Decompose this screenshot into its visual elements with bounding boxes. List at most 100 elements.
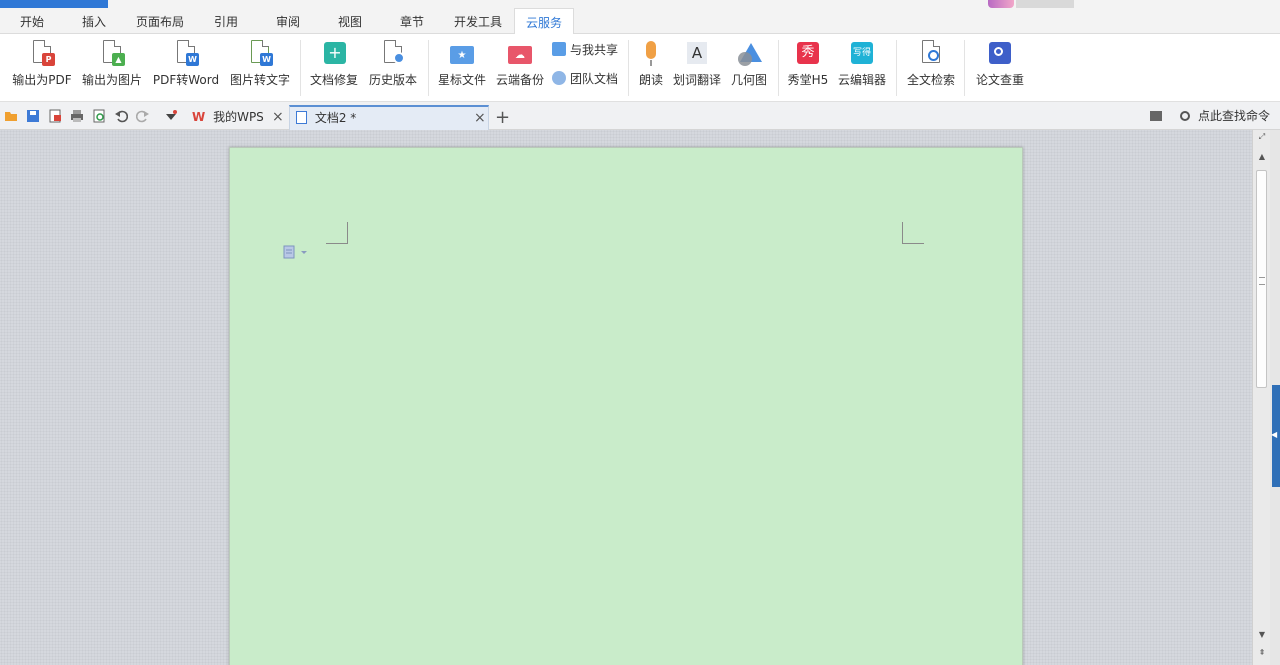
starred-file-button[interactable]: ★ 星标文件 xyxy=(434,38,490,94)
tab-view[interactable]: 视图 xyxy=(328,8,372,34)
tab-document2[interactable]: 文档2 * × xyxy=(289,105,489,130)
ribbon-separator xyxy=(964,40,965,96)
doc-repair-label: 文档修复 xyxy=(309,73,358,87)
save-icon[interactable] xyxy=(26,109,40,123)
export-pdf-label: 输出为PDF xyxy=(12,73,72,87)
translate-label: 划词翻译 xyxy=(672,73,721,87)
find-command-label: 点此查找命令 xyxy=(1197,109,1270,123)
tab-my-wps[interactable]: W 我的WPS × xyxy=(190,105,286,130)
find-command[interactable]: 点此查找命令 xyxy=(1150,106,1270,126)
document-workspace xyxy=(0,130,1252,665)
tab-my-wps-label: 我的WPS xyxy=(213,110,264,124)
image-to-text-label: 图片转文字 xyxy=(229,73,290,87)
read-aloud-icon xyxy=(637,40,665,68)
app-menu-button[interactable] xyxy=(0,0,108,8)
quick-access-bar: W 我的WPS × 文档2 * × + 点此查找命令 xyxy=(0,102,1280,130)
tab-document2-label: 文档2 * xyxy=(314,111,357,125)
tab-insert[interactable]: 插入 xyxy=(70,8,118,34)
scrollbar-thumb[interactable] xyxy=(1256,170,1267,388)
cloud-editor-button[interactable]: 写得 云编辑器 xyxy=(834,38,890,94)
scrollbar-grip xyxy=(1259,277,1265,285)
translate-button[interactable]: A 划词翻译 xyxy=(670,38,724,94)
export-pdf-button[interactable]: P 输出为PDF xyxy=(10,38,74,94)
cloud-backup-button[interactable]: ☁ 云端备份 xyxy=(492,38,548,94)
geometry-icon xyxy=(735,40,763,68)
starred-file-label: 星标文件 xyxy=(437,73,486,87)
title-strip xyxy=(0,0,1280,8)
starred-file-icon: ★ xyxy=(448,40,476,68)
xiutang-h5-icon: 秀 xyxy=(794,40,822,68)
team-docs-button[interactable]: 团队文档 xyxy=(552,69,618,89)
scroll-up-arrow[interactable]: ▲ xyxy=(1257,152,1267,162)
redo-icon[interactable] xyxy=(135,109,150,123)
tab-chapter[interactable]: 章节 xyxy=(390,8,434,34)
export-image-icon: ▲ xyxy=(98,40,126,68)
ribbon: P 输出为PDF ▲ 输出为图片 W PDF转Word W 图片转文字 + 文档… xyxy=(0,34,1280,102)
share-with-me-button[interactable]: 与我共享 xyxy=(552,40,618,60)
print-icon[interactable] xyxy=(70,109,84,123)
page-nav-icon[interactable]: ⇞ xyxy=(1257,648,1267,658)
image-to-text-button[interactable]: W 图片转文字 xyxy=(228,38,292,94)
open-folder-icon[interactable] xyxy=(4,109,18,123)
export-image-button[interactable]: ▲ 输出为图片 xyxy=(80,38,144,94)
avatar[interactable] xyxy=(988,0,1014,8)
customize-quickbar-icon[interactable] xyxy=(164,109,178,123)
undo-icon[interactable] xyxy=(114,109,129,123)
document-page[interactable] xyxy=(229,147,1023,665)
pin-icon[interactable] xyxy=(1150,111,1163,121)
share-icon xyxy=(552,42,566,56)
tab-references[interactable]: 引用 xyxy=(204,8,248,34)
ribbon-separator xyxy=(896,40,897,96)
margin-corner-top-right xyxy=(902,222,924,244)
export-image-label: 输出为图片 xyxy=(81,73,142,87)
pdf-to-word-icon: W xyxy=(172,40,200,68)
cloud-editor-icon: 写得 xyxy=(848,40,876,68)
ribbon-separator xyxy=(300,40,301,96)
tab-start[interactable]: 开始 xyxy=(8,8,56,34)
team-icon xyxy=(552,71,566,85)
tab-review[interactable]: 审阅 xyxy=(266,8,310,34)
paste-options-icon[interactable] xyxy=(282,245,312,259)
fulltext-search-label: 全文检索 xyxy=(906,73,955,87)
new-tab-button[interactable]: + xyxy=(495,105,511,130)
share-with-me-label: 与我共享 xyxy=(570,43,619,57)
paper-check-icon xyxy=(986,40,1014,68)
tab-developer[interactable]: 开发工具 xyxy=(448,8,508,34)
expand-icon[interactable]: ⤢ xyxy=(1257,132,1267,142)
geometry-label: 几何图 xyxy=(730,73,767,87)
xiutang-h5-button[interactable]: 秀 秀堂H5 xyxy=(784,38,832,94)
paper-check-label: 论文查重 xyxy=(975,73,1024,87)
side-panel-edge: ◀ xyxy=(1270,130,1280,665)
pdf-to-word-label: PDF转Word xyxy=(152,73,220,87)
geometry-button[interactable]: 几何图 xyxy=(728,38,770,94)
close-tab-my-wps[interactable]: × xyxy=(272,105,284,130)
read-aloud-label: 朗读 xyxy=(638,73,663,87)
doc-repair-icon: + xyxy=(320,40,348,68)
doc-repair-button[interactable]: + 文档修复 xyxy=(306,38,362,94)
ribbon-separator xyxy=(628,40,629,96)
ribbon-separator xyxy=(778,40,779,96)
paper-check-button[interactable]: 论文查重 xyxy=(972,38,1028,94)
fulltext-search-button[interactable]: 全文检索 xyxy=(902,38,960,94)
wps-logo-icon: W xyxy=(192,110,206,124)
image-to-text-icon: W xyxy=(246,40,274,68)
vertical-scrollbar[interactable]: ⤢ ▲ ▼ ⇞ xyxy=(1252,130,1270,665)
translate-icon: A xyxy=(683,40,711,68)
history-version-label: 历史版本 xyxy=(368,73,417,87)
print-preview-icon[interactable] xyxy=(92,109,106,123)
cloud-backup-label: 云端备份 xyxy=(495,73,544,87)
read-aloud-button[interactable]: 朗读 xyxy=(634,38,668,94)
chevron-left-icon: ◀ xyxy=(1271,430,1278,439)
word-doc-icon xyxy=(296,111,307,124)
tab-cloud-service[interactable]: 云服务 xyxy=(514,8,574,35)
pdf-to-word-button[interactable]: W PDF转Word xyxy=(150,38,222,94)
search-icon xyxy=(1180,111,1191,121)
export-pdf-icon: P xyxy=(28,40,56,68)
xiutang-h5-label: 秀堂H5 xyxy=(787,73,829,87)
export-icon[interactable] xyxy=(48,109,62,123)
close-tab-document2[interactable]: × xyxy=(474,107,486,129)
tab-page-layout[interactable]: 页面布局 xyxy=(130,8,190,34)
scroll-down-arrow[interactable]: ▼ xyxy=(1257,630,1267,640)
history-version-button[interactable]: 历史版本 xyxy=(366,38,420,94)
account-area[interactable] xyxy=(1016,0,1074,8)
